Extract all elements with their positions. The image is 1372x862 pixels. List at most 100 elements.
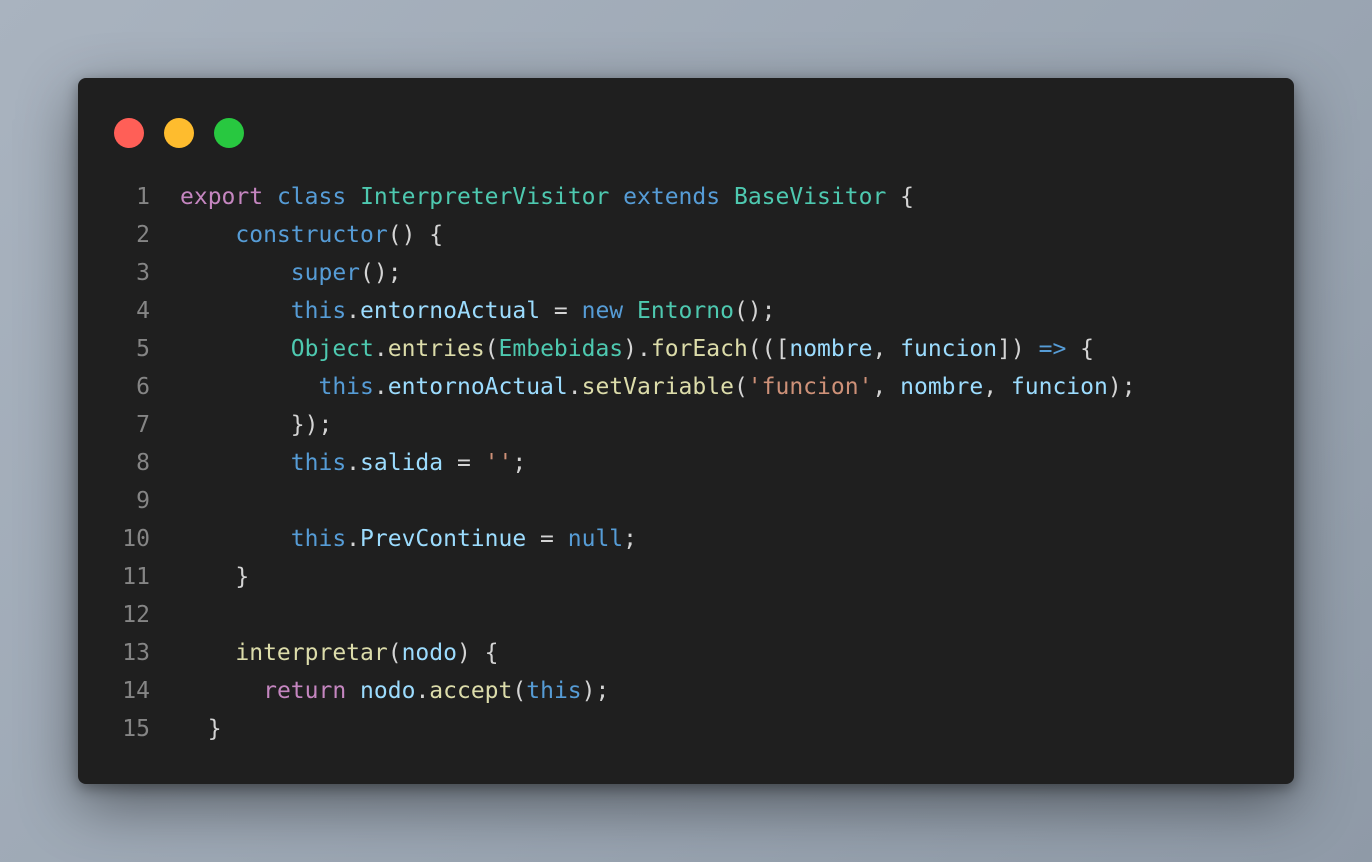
minimize-button[interactable] <box>164 118 194 148</box>
code-text: } <box>180 558 249 596</box>
code-token: , <box>983 374 1011 400</box>
code-line: 14 return nodo.accept(this); <box>78 672 1294 710</box>
code-token: . <box>346 298 361 324</box>
code-token: return <box>263 678 347 704</box>
code-token: nombre <box>900 374 984 400</box>
code-line: 3 super(); <box>78 254 1294 292</box>
code-text: Object.entries(Embebidas).forEach(([nomb… <box>180 330 1094 368</box>
code-token: ; <box>623 526 637 552</box>
code-token: (); <box>360 260 402 286</box>
code-token: entornoActual <box>360 298 541 324</box>
line-number: 3 <box>136 260 150 286</box>
code-text: this.entornoActual.setVariable('funcion'… <box>180 368 1136 406</box>
code-token: this <box>318 374 374 400</box>
code-token: = <box>443 450 485 476</box>
code-text: export class InterpreterVisitor extends … <box>180 178 914 216</box>
code-token: , <box>872 336 901 362</box>
code-line: 11 } <box>78 558 1294 596</box>
code-token: super <box>290 260 361 286</box>
code-token: ); <box>1107 374 1136 400</box>
code-text: this.entornoActual = new Entorno(); <box>180 292 776 330</box>
code-line: 5 Object.entries(Embebidas).forEach(([no… <box>78 330 1294 368</box>
line-number: 2 <box>136 222 150 248</box>
code-token: } <box>180 716 222 742</box>
code-token: . <box>373 336 388 362</box>
code-token: funcion <box>900 336 998 362</box>
code-token: } <box>180 564 250 590</box>
line-number: 8 <box>136 450 150 476</box>
close-button[interactable] <box>114 118 144 148</box>
line-number: 12 <box>122 602 150 628</box>
line-number: 10 <box>122 526 150 552</box>
code-token: }); <box>180 412 333 438</box>
code-token: '' <box>484 450 513 476</box>
code-token: ]) <box>997 336 1039 362</box>
code-token: this <box>290 298 347 324</box>
code-token: Embebidas <box>498 336 624 362</box>
code-token: . <box>415 678 430 704</box>
code-text: } <box>180 710 222 748</box>
code-token: ; <box>512 450 527 476</box>
code-token: nombre <box>789 336 873 362</box>
code-token: , <box>872 374 901 400</box>
code-token: InterpreterVisitor <box>360 184 610 210</box>
code-token: forEach <box>650 336 748 362</box>
code-token: PrevContinue <box>360 526 527 552</box>
code-token: salida <box>360 450 444 476</box>
line-number: 15 <box>122 716 150 742</box>
code-token: Object <box>290 336 374 362</box>
code-token: = <box>540 298 582 324</box>
line-number: 14 <box>122 678 150 704</box>
code-text: interpretar(nodo) { <box>180 634 499 672</box>
code-token: this <box>290 450 347 476</box>
code-token: constructor <box>235 222 388 248</box>
code-token: ). <box>623 336 651 362</box>
code-token: ( <box>484 336 499 362</box>
code-text: this.PrevContinue = null; <box>180 520 637 558</box>
code-line: 8 this.salida = ''; <box>78 444 1294 482</box>
code-window: 1 export class InterpreterVisitor extends… <box>78 78 1294 784</box>
line-number: 7 <box>136 412 150 438</box>
line-number: 11 <box>122 564 150 590</box>
code-text: this.salida = ''; <box>180 444 526 482</box>
line-number: 1 <box>136 184 150 210</box>
maximize-button[interactable] <box>214 118 244 148</box>
code-token: (); <box>733 298 776 324</box>
code-token: nodo <box>401 640 457 666</box>
code-token: ); <box>581 678 610 704</box>
code-token: class <box>276 184 347 210</box>
code-token: new <box>581 298 624 324</box>
code-token: export <box>180 184 264 210</box>
code-token: ( <box>733 374 748 400</box>
code-token: 'funcion' <box>747 374 873 400</box>
code-token: { <box>1066 336 1095 362</box>
code-line: 1 export class InterpreterVisitor extends… <box>78 178 1294 216</box>
code-token: funcion <box>1010 374 1108 400</box>
code-token: . <box>346 450 361 476</box>
code-line: 7 }); <box>78 406 1294 444</box>
code-token: = <box>526 526 568 552</box>
code-token: this <box>526 678 582 704</box>
code-token: () { <box>387 222 444 248</box>
code-text: super(); <box>180 254 402 292</box>
code-token: entries <box>387 336 485 362</box>
code-text: return nodo.accept(this); <box>180 672 609 710</box>
code-token: . <box>346 526 361 552</box>
code-token: ( <box>387 640 402 666</box>
code-line: 15 } <box>78 710 1294 748</box>
code-token: . <box>567 374 582 400</box>
code-text: }); <box>180 406 333 444</box>
code-token: { <box>886 184 914 210</box>
code-token: ) { <box>456 640 499 666</box>
code-token: => <box>1038 336 1067 362</box>
